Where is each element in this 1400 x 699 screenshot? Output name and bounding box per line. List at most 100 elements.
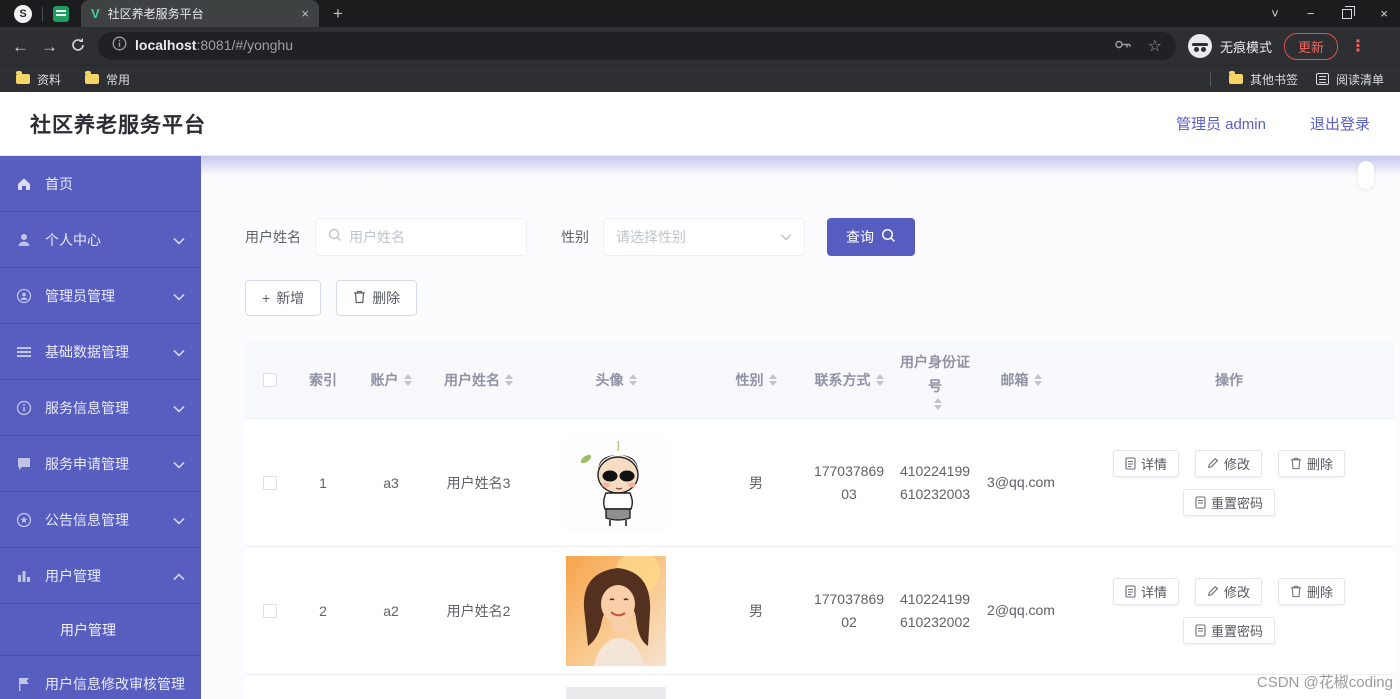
gender-select[interactable]: 请选择性别 [603,218,805,256]
cell-index: 1 [295,475,351,491]
avatar [566,687,666,699]
cell-id-card: 410224199610232002 [898,588,972,634]
forward-icon[interactable]: → [41,38,58,55]
header-name[interactable]: 用户姓名 [431,368,526,392]
list-icon [16,344,32,360]
pinned-tab-sheets-icon[interactable] [53,6,69,22]
window-minimize-button[interactable]: − [1307,6,1315,21]
row-delete-button[interactable]: 删除 [1278,578,1345,605]
bookmark-folder-ziliao[interactable]: 资料 [16,71,61,88]
plus-icon: + [262,290,270,306]
browser-tab-strip: S V 社区养老服务平台 × + ˅ − × [0,0,1400,27]
detail-button[interactable]: 详情 [1113,450,1179,477]
cell-gender: 男 [706,473,806,493]
table-row: 1 a3 用户姓名3 男 17703786903 410224199610232… [245,418,1394,546]
sort-caret-icon[interactable] [505,374,513,386]
url-host: localhost [135,37,196,53]
sort-caret-icon[interactable] [769,374,777,386]
active-tab[interactable]: V 社区养老服务平台 × [81,0,319,27]
incognito-icon [1188,34,1212,58]
avatar [566,556,666,666]
delete-button[interactable]: 删除 [336,280,417,316]
bookmarks-bar: 资料 常用 其他书签 阅读清单 [0,65,1400,92]
header-account[interactable]: 账户 [351,368,431,392]
edit-button[interactable]: 修改 [1195,450,1262,477]
sidebar-item-user-management[interactable]: 用户管理 [0,548,201,604]
window-chevron-icon[interactable]: ˅ [1271,6,1279,21]
other-bookmarks[interactable]: 其他书签 [1229,71,1298,88]
sidebar-item-personal-center[interactable]: 个人中心 [0,212,201,268]
chevron-down-icon [173,512,185,528]
search-button[interactable]: 查询 [827,218,915,256]
header-email[interactable]: 邮箱 [978,368,1064,392]
pinned-tab-logo-icon[interactable]: S [14,5,32,23]
bookmark-folder-changyong[interactable]: 常用 [85,71,130,88]
name-search-field[interactable] [315,218,527,256]
window-restore-button[interactable] [1342,9,1352,19]
reload-icon[interactable] [70,37,86,56]
row-checkbox[interactable] [263,604,277,618]
sort-caret-icon[interactable] [1034,374,1042,386]
header-avatar[interactable]: 头像 [526,368,706,392]
delete-button-label: 删除 [372,288,400,308]
reset-password-button[interactable]: 重置密码 [1183,617,1275,644]
scrollbar-thumb[interactable] [1358,161,1374,189]
reading-list[interactable]: 阅读清单 [1316,71,1384,88]
incognito-label: 无痕模式 [1220,37,1272,56]
sort-caret-icon[interactable] [934,398,942,410]
app-header: 社区养老服务平台 管理员 admin 退出登录 [0,92,1400,156]
browser-menu-icon[interactable]: ⋮ [1350,36,1366,56]
header-phone[interactable]: 联系方式 [806,368,892,392]
header-id-card[interactable]: 用户身份证号 [892,350,978,410]
tab-close-icon[interactable]: × [301,6,309,21]
tab-title: 社区养老服务平台 [108,5,294,22]
detail-button[interactable]: 详情 [1113,578,1179,605]
sidebar-item-home[interactable]: 首页 [0,156,201,212]
sort-caret-icon[interactable] [876,374,884,386]
cell-account: a3 [351,475,431,491]
user-icon [16,232,32,248]
filter-name-label: 用户姓名 [245,227,301,247]
sidebar-subitem-user-management[interactable]: 用户管理 [0,604,201,656]
chevron-down-icon [173,456,185,472]
sidebar-item-service-apply[interactable]: 服务申请管理 [0,436,201,492]
vue-favicon-icon: V [91,6,100,21]
reading-list-label: 阅读清单 [1336,71,1384,88]
sidebar-item-service-info[interactable]: 服务信息管理 [0,380,201,436]
bookmark-star-icon[interactable]: ☆ [1148,36,1162,56]
window-close-button[interactable]: × [1380,6,1388,21]
new-tab-button[interactable]: + [333,4,343,24]
filter-bar: 用户姓名 性别 请选择性别 查询 [245,218,1400,256]
add-button[interactable]: + 新增 [245,280,321,316]
home-icon [16,176,32,192]
edit-button[interactable]: 修改 [1195,578,1262,605]
name-search-input[interactable] [349,229,499,245]
admin-icon [16,288,32,304]
add-button-label: 新增 [276,288,304,308]
sidebar: 首页 个人中心 管理员管理 基础数据管理 服务信息管理 [0,156,201,699]
sidebar-item-user-audit[interactable]: 用户信息修改审核管理 [0,656,201,699]
chart-bars-icon [16,568,32,584]
sort-caret-icon[interactable] [404,374,412,386]
table-header-row: 索引 账户 用户姓名 头像 性别 联系方式 用户身份证号 邮箱 操作 [245,342,1394,418]
sidebar-item-notice-info[interactable]: 公告信息管理 [0,492,201,548]
sidebar-item-base-data[interactable]: 基础数据管理 [0,324,201,380]
password-key-icon[interactable] [1115,37,1132,55]
select-all-checkbox[interactable] [263,373,277,387]
site-info-icon[interactable] [112,36,127,56]
header-gender[interactable]: 性别 [706,368,806,392]
filter-gender-label: 性别 [561,227,589,247]
sort-caret-icon[interactable] [629,374,637,386]
sidebar-item-label: 管理员管理 [45,286,115,306]
header-index: 索引 [295,370,351,390]
sidebar-item-admin-management[interactable]: 管理员管理 [0,268,201,324]
row-delete-button[interactable]: 删除 [1278,450,1345,477]
row-checkbox[interactable] [263,476,277,490]
logout-link[interactable]: 退出登录 [1310,113,1370,134]
browser-update-button[interactable]: 更新 [1284,33,1338,60]
cell-gender: 男 [706,601,806,621]
chat-bubble-icon [16,456,32,472]
reset-password-button[interactable]: 重置密码 [1183,489,1275,516]
back-icon[interactable]: ← [12,38,29,55]
address-bar[interactable]: localhost:8081/#/yonghu ☆ [98,32,1176,60]
